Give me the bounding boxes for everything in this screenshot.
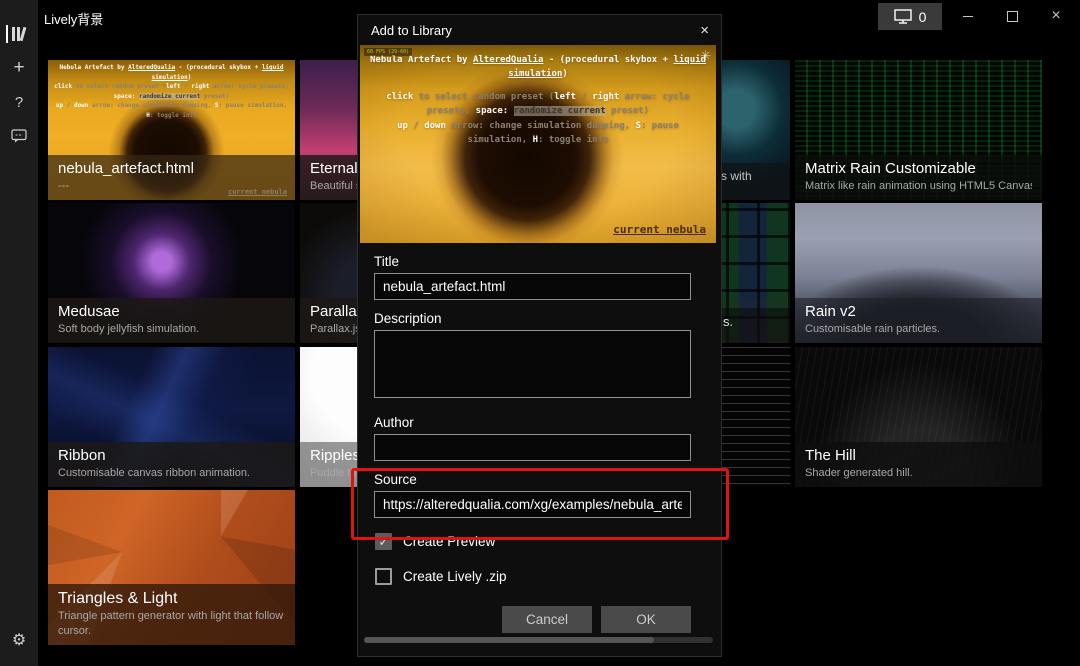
tile-title: Matrix Rain Customizable (805, 160, 1032, 179)
tile-label-band: The Hill Shader generated hill. (795, 442, 1042, 487)
create-zip-label: Create Lively .zip (403, 569, 507, 584)
create-preview-checkbox[interactable]: ✓ (375, 533, 392, 550)
tile-label-band: Medusae Soft body jellyfish simulation. (48, 298, 295, 343)
fps-counter: 60 FPS (29-60) (364, 48, 412, 56)
plus-icon: + (13, 57, 24, 79)
wallpaper-tile-ribbon[interactable]: Ribbon Customisable canvas ribbon animat… (48, 347, 295, 487)
tile-title: Triangles & Light (58, 589, 285, 609)
cancel-button[interactable]: Cancel (502, 606, 592, 633)
description-input[interactable] (374, 330, 691, 398)
source-field-label: Source (374, 472, 691, 487)
wallpaper-preview: 60 FPS (29-60) ✳ Nebula Artefact by Alte… (360, 45, 716, 243)
create-preview-option[interactable]: ✓ Create Preview (375, 533, 691, 550)
tile-subtitle: Customisable canvas ribbon animation. (58, 466, 285, 481)
description-field-label: Description (374, 311, 691, 326)
tile-label-band: nebula_artefact.html --- current_nebula (48, 155, 295, 200)
caption-buttons: × (946, 0, 1078, 32)
scrollbar-thumb[interactable] (364, 637, 654, 643)
tile-corner-label: current_nebula (228, 188, 287, 196)
dialog-title: Add to Library (371, 23, 452, 38)
author-input[interactable] (374, 434, 691, 461)
app-window: Lively背景 0 × + ? (0, 0, 1080, 666)
tile-label-band: Rain v2 Customisable rain particles. (795, 298, 1042, 343)
sidebar-item-add-wallpaper[interactable]: + (0, 56, 38, 80)
tile-subtitle: Matrix like rain animation using HTML5 C… (805, 179, 1032, 194)
maximize-icon (1007, 11, 1018, 22)
preview-corner-label: current nebula (613, 223, 706, 236)
sidebar-item-settings[interactable]: ⚙ (0, 630, 38, 650)
dialog-horizontal-scrollbar[interactable] (364, 637, 713, 643)
dialog-close-icon[interactable]: × (700, 23, 709, 38)
ok-button[interactable]: OK (601, 606, 691, 633)
title-field-label: Title (374, 254, 691, 269)
title-input[interactable] (374, 273, 691, 300)
create-zip-checkbox[interactable]: ✓ (375, 568, 392, 585)
sidebar-item-help[interactable]: ? (0, 90, 38, 114)
author-field-label: Author (374, 415, 691, 430)
gear-icon: ⚙ (12, 630, 26, 650)
tile-title: Medusae (58, 303, 285, 322)
create-preview-label: Create Preview (403, 534, 495, 549)
tile-title: Rain v2 (805, 303, 1032, 322)
tile-label-band: Ribbon Customisable canvas ribbon animat… (48, 442, 295, 487)
sidebar: + ? ⚙ (0, 0, 38, 666)
tile-title: nebula_artefact.html (58, 160, 285, 179)
add-to-library-dialog: Add to Library × 60 FPS (29-60) ✳ Nebula… (357, 14, 722, 657)
preview-info-text: Nebula Artefact by AlteredQualia - (proc… (360, 45, 716, 147)
sidebar-item-library[interactable] (0, 22, 38, 46)
tile-subtitle: Shader generated hill. (805, 466, 1032, 481)
minimize-icon (963, 16, 973, 17)
wallpaper-tile-rain-v2[interactable]: Rain v2 Customisable rain particles. (795, 203, 1042, 343)
wallpaper-tile-the-hill[interactable]: The Hill Shader generated hill. (795, 347, 1042, 487)
tile-label-band: Matrix Rain Customizable Matrix like rai… (795, 155, 1042, 200)
library-icon (11, 26, 28, 42)
tile-subtitle: Triangle pattern generator with light th… (58, 609, 285, 639)
close-button[interactable]: × (1034, 0, 1078, 32)
wallpaper-tile-matrix-rain[interactable]: Matrix Rain Customizable Matrix like rai… (795, 60, 1042, 200)
monitor-icon (894, 9, 912, 24)
tile-subtitle: Soft body jellyfish simulation. (58, 322, 285, 337)
wallpaper-tile-triangles-light[interactable]: Triangles & Light Triangle pattern gener… (48, 490, 295, 645)
tile-title: Ribbon (58, 447, 285, 466)
app-title: Lively背景 (44, 9, 103, 28)
minimize-button[interactable] (946, 0, 990, 32)
maximize-button[interactable] (990, 0, 1034, 32)
help-icon: ? (15, 94, 23, 111)
wallpaper-tile-medusae[interactable]: Medusae Soft body jellyfish simulation. (48, 203, 295, 343)
tile-label-band: Triangles & Light Triangle pattern gener… (48, 584, 295, 645)
snowflake-icon: ✳ (700, 49, 711, 62)
monitor-count-button[interactable]: 0 (878, 3, 942, 30)
wallpaper-tile-nebula[interactable]: Nebula Artefact by AlteredQualia - (proc… (48, 60, 295, 200)
feedback-icon (11, 129, 27, 143)
monitor-count: 0 (919, 9, 927, 25)
tile-overlay-text: Nebula Artefact by AlteredQualia - (proc… (52, 63, 291, 121)
tile-subtitle: Customisable rain particles. (805, 322, 1032, 337)
create-zip-option[interactable]: ✓ Create Lively .zip (375, 568, 691, 585)
tile-title: The Hill (805, 447, 1032, 466)
source-input[interactable] (374, 491, 691, 518)
sidebar-item-feedback[interactable] (0, 124, 38, 148)
